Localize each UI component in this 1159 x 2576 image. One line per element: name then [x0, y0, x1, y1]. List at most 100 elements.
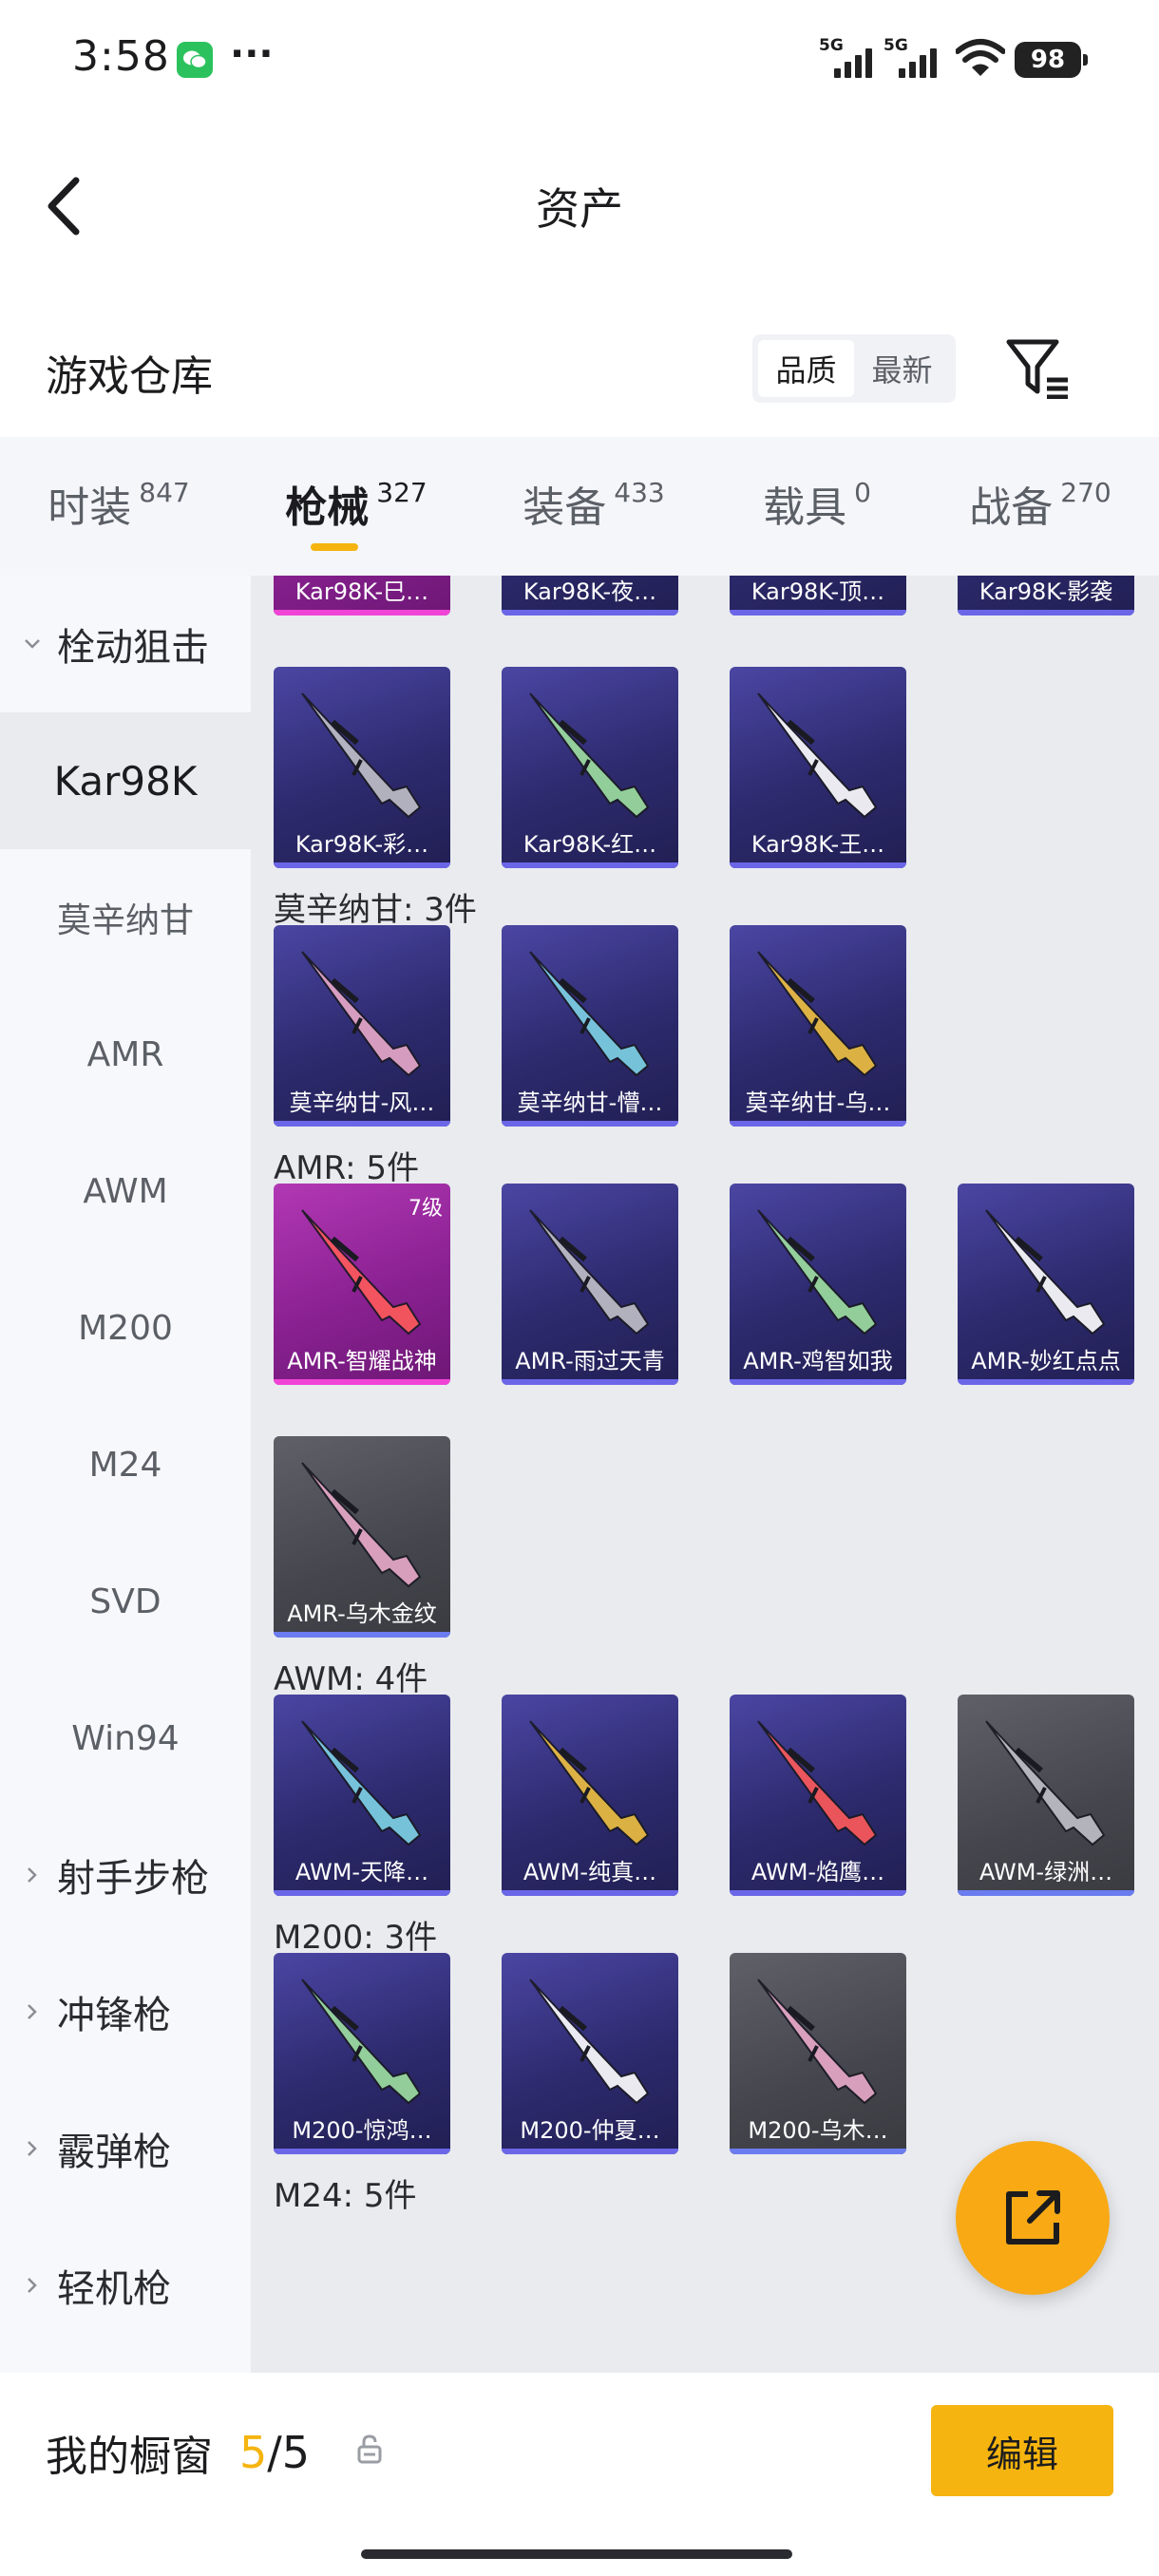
- sidebar-item-smg[interactable]: 冲锋枪: [0, 1943, 251, 2080]
- weapon-name: AMR-鸡智如我: [743, 1348, 893, 1374]
- weapon-card[interactable]: M200-惊鸿…: [274, 1953, 450, 2154]
- sidebar-item-m200[interactable]: M200: [0, 1260, 251, 1396]
- sort-toggle: 品质 最新: [752, 334, 956, 403]
- warehouse-title: 游戏仓库: [46, 352, 213, 401]
- sidebar-item-shotgun[interactable]: 霰弹枪: [0, 2080, 251, 2217]
- tab-supplies[interactable]: 战备 270: [922, 437, 1159, 576]
- sidebar-item-awm[interactable]: AWM: [0, 1123, 251, 1260]
- weapon-card[interactable]: AMR-乌木金纹: [274, 1436, 450, 1638]
- nav-bar: 资产: [0, 118, 1159, 285]
- weapon-card[interactable]: Kar98K-夜…: [502, 576, 678, 616]
- weapon-card[interactable]: Kar98K-红…: [502, 667, 678, 868]
- tab-guns[interactable]: 枪械 327: [238, 437, 475, 576]
- rarity-bar: [502, 2149, 678, 2154]
- showcase-count: 5/5: [239, 2427, 310, 2478]
- rarity-bar: [274, 1632, 450, 1638]
- chevron-right-icon: [28, 2141, 37, 2156]
- warehouse-header: 游戏仓库 品质 最新: [0, 313, 1159, 427]
- weapon-card[interactable]: Kar98K-彩…: [274, 667, 450, 868]
- sort-latest[interactable]: 最新: [854, 340, 950, 397]
- filter-icon[interactable]: [1005, 336, 1072, 399]
- rarity-bar: [274, 1890, 450, 1896]
- weapon-card[interactable]: AMR-鸡智如我: [730, 1184, 906, 1385]
- category-tabs: 时装 847 枪械 327 装备 433 载具 0 战备 270: [0, 437, 1159, 576]
- lock-icon: [357, 2434, 382, 2464]
- chevron-right-icon: [28, 2278, 37, 2293]
- rarity-bar: [502, 1121, 678, 1127]
- showcase-label: 我的橱窗: [46, 2433, 213, 2481]
- sidebar-item-win94[interactable]: Win94: [0, 1670, 251, 1807]
- weapon-name: 莫辛纳甘-乌…: [745, 1089, 891, 1116]
- sidebar-item-mosin[interactable]: 莫辛纳甘: [0, 849, 251, 986]
- share-button[interactable]: [956, 2141, 1110, 2295]
- weapon-image: [757, 951, 878, 1077]
- rarity-bar: [502, 1379, 678, 1385]
- sort-quality[interactable]: 品质: [758, 340, 854, 397]
- weapon-card[interactable]: Kar98K-巳…: [274, 576, 450, 616]
- tab-label: 载具: [763, 483, 847, 532]
- weapon-card[interactable]: AWM-焰鹰…: [730, 1695, 906, 1896]
- rarity-bar: [730, 1121, 906, 1127]
- sidebar-item-bolt-action[interactable]: 栓动狙击: [0, 576, 251, 712]
- sidebar-item-label: 莫辛纳甘: [56, 901, 194, 940]
- weapon-card[interactable]: Kar98K-王…: [730, 667, 906, 868]
- sidebar-item-label: AMR: [86, 1034, 164, 1074]
- weapon-card[interactable]: Kar98K-顶…: [730, 576, 906, 616]
- showcase-count-total: 5: [281, 2427, 311, 2478]
- weapon-image: [757, 1979, 878, 2105]
- chevron-right-icon: [28, 2004, 37, 2019]
- rarity-bar: [274, 1379, 450, 1385]
- weapon-grid: Kar98K-巳… Kar98K-夜… Kar98K-顶… Kar98K-影袭 Kar9…: [251, 576, 1159, 2373]
- weapon-card[interactable]: AMR-雨过天青: [502, 1184, 678, 1385]
- rarity-bar: [730, 2149, 906, 2154]
- sidebar-item-m24[interactable]: M24: [0, 1396, 251, 1533]
- showcase-count-sep: /: [267, 2427, 282, 2478]
- sidebar-item-kar98k[interactable]: Kar98K: [0, 712, 251, 849]
- weapon-image: [301, 1209, 422, 1335]
- sidebar-item-label: AWM: [83, 1171, 168, 1211]
- weapon-card[interactable]: 7级 AMR-智耀战神: [274, 1184, 450, 1385]
- weapon-sidebar: 栓动狙击 Kar98K 莫辛纳甘 AMR AWM M200 M24 SVD Wi…: [0, 576, 251, 2373]
- edit-button[interactable]: 编辑: [931, 2405, 1113, 2496]
- weapon-name: AWM-绿洲…: [978, 1859, 1113, 1885]
- weapon-card[interactable]: AWM-纯真…: [502, 1695, 678, 1896]
- weapon-card[interactable]: M200-乌木…: [730, 1953, 906, 2154]
- weapon-card[interactable]: AMR-妙红点点: [958, 1184, 1134, 1385]
- tab-equipment[interactable]: 装备 433: [475, 437, 712, 576]
- weapon-card[interactable]: 莫辛纳甘-懵…: [502, 925, 678, 1127]
- weapon-card[interactable]: AWM-绿洲…: [958, 1695, 1134, 1896]
- sidebar-item-svd[interactable]: SVD: [0, 1533, 251, 1670]
- tab-label: 枪械: [285, 483, 370, 532]
- weapon-image: [529, 951, 650, 1077]
- tab-count: 847: [139, 477, 190, 508]
- weapon-name: Kar98K-红…: [522, 831, 657, 858]
- section-title: AMR: 5件: [274, 1149, 420, 1187]
- weapon-image: [301, 692, 422, 819]
- weapon-card[interactable]: Kar98K-影袭: [958, 576, 1134, 616]
- weapon-card[interactable]: AWM-天降…: [274, 1695, 450, 1896]
- sidebar-item-label: 轻机枪: [57, 2267, 171, 2311]
- weapon-image: [529, 1209, 650, 1335]
- weapon-image: [529, 1720, 650, 1847]
- rarity-bar: [958, 1379, 1134, 1385]
- showcase-bar: 我的橱窗 5/5 编辑: [0, 2373, 1159, 2576]
- weapon-name: 莫辛纳甘-懵…: [517, 1089, 663, 1116]
- weapon-image: [301, 951, 422, 1077]
- weapon-card[interactable]: M200-仲夏…: [502, 1953, 678, 2154]
- sidebar-item-dmr[interactable]: 射手步枪: [0, 1807, 251, 1943]
- weapon-name: AMR-智耀战神: [287, 1348, 437, 1374]
- weapon-image: [757, 692, 878, 819]
- sidebar-item-lmg[interactable]: 轻机枪: [0, 2217, 251, 2354]
- rarity-bar: [274, 610, 450, 616]
- weapon-name: 莫辛纳甘-风…: [289, 1089, 435, 1116]
- tab-count: 270: [1060, 477, 1112, 508]
- weapon-image: [301, 1720, 422, 1847]
- weapon-image: [985, 1720, 1106, 1847]
- weapon-image: [757, 1720, 878, 1847]
- tab-fashion[interactable]: 时装 847: [0, 437, 238, 576]
- tab-vehicles[interactable]: 载具 0: [712, 437, 922, 576]
- chevron-right-icon: [28, 1867, 37, 1883]
- sidebar-item-amr[interactable]: AMR: [0, 986, 251, 1123]
- weapon-card[interactable]: 莫辛纳甘-乌…: [730, 925, 906, 1127]
- weapon-card[interactable]: 莫辛纳甘-风…: [274, 925, 450, 1127]
